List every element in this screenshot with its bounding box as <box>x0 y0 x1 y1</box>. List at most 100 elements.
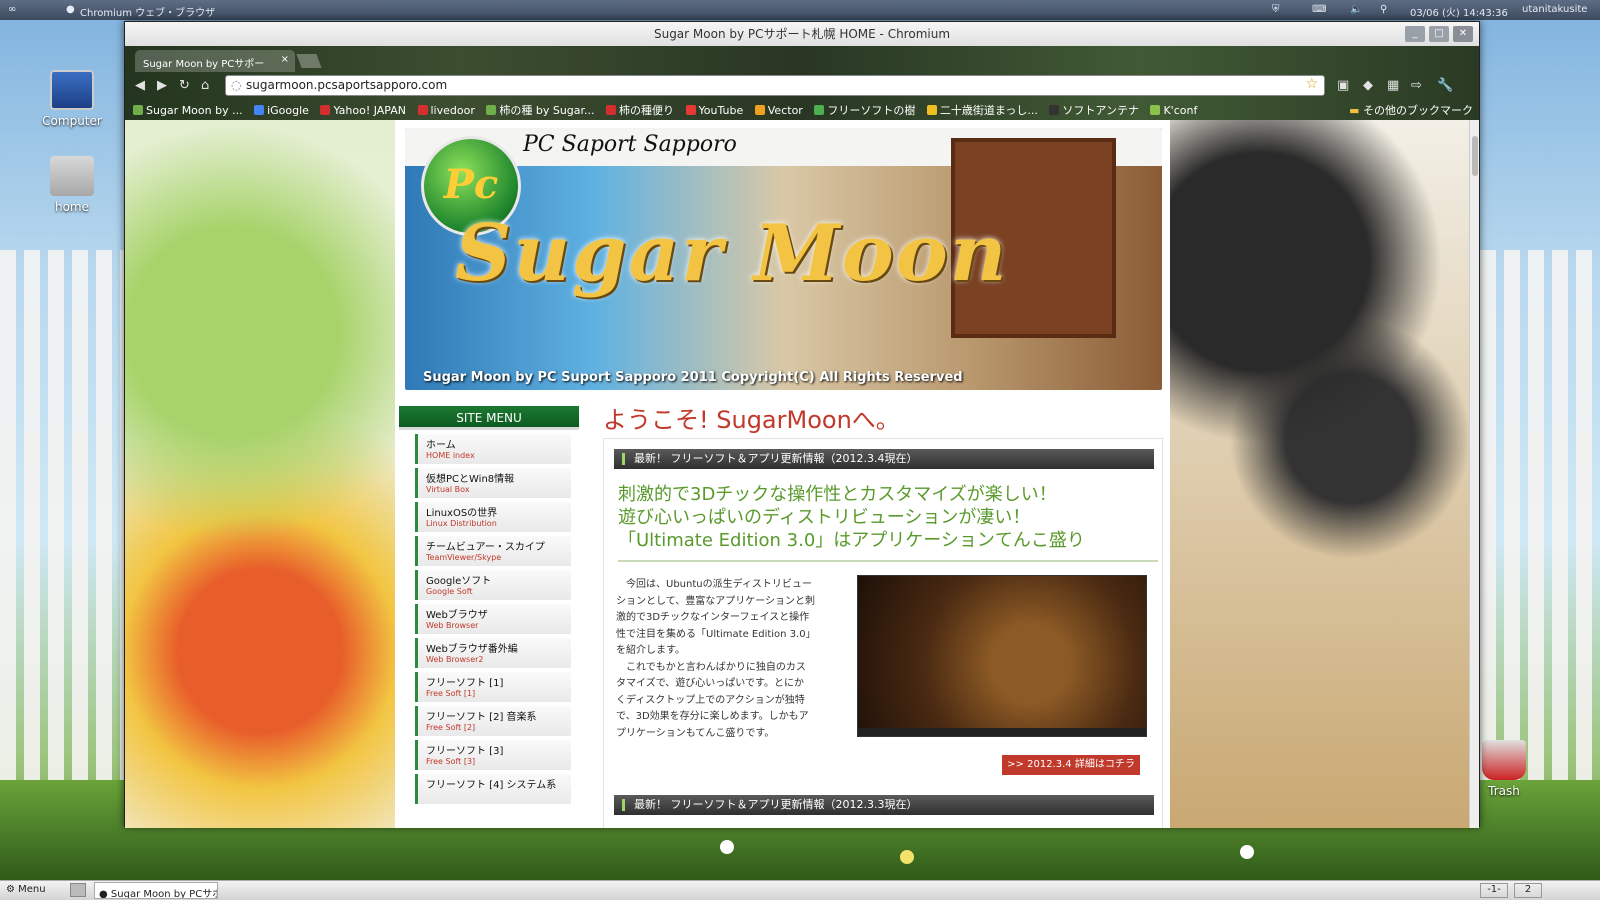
bookmark-favicon-icon <box>486 105 497 115</box>
menu-item-sublabel: Web Browser <box>426 621 479 630</box>
other-bookmarks[interactable]: ▬ その他のブックマーク <box>1349 102 1473 118</box>
body-line: 今回は、Ubuntuの派生ディストリビュー <box>616 579 812 590</box>
volume-icon[interactable]: 🔈 <box>1350 4 1362 15</box>
computer-icon <box>50 70 94 110</box>
taskbar-window-button[interactable]: ● Sugar Moon by PCサポ... <box>94 882 218 899</box>
headline-line: 「Ultimate Edition 3.0」はアプリケーションてんこ盛り <box>618 530 1085 551</box>
banner-title: Sugar Moon <box>455 208 1009 299</box>
trash-icon <box>1482 740 1526 780</box>
menu-item-sublabel: Free Soft [1] <box>426 689 476 698</box>
home-folder-icon <box>50 156 94 196</box>
extension-icon[interactable]: ▣ <box>1337 78 1349 93</box>
menu-item-google-soft[interactable]: Googleソフト Google Soft <box>415 570 571 600</box>
vertical-scrollbar[interactable] <box>1469 120 1479 828</box>
bookmark-label: Yahoo! JAPAN <box>333 104 406 117</box>
menu-item-label: フリーソフト [4] システム系 <box>426 780 557 791</box>
minimize-button[interactable]: _ <box>1405 26 1425 42</box>
scrollbar-thumb[interactable] <box>1472 136 1478 176</box>
bookmark-item[interactable]: iGoogle <box>254 104 309 117</box>
body-line: これでもかと言わんばかりに独自のカス <box>616 661 806 673</box>
clock[interactable]: 03/06 (火) 14:43:36 <box>1410 4 1508 19</box>
keyboard-icon[interactable]: ⌨ <box>1312 4 1326 15</box>
other-bookmarks-label: その他のブックマーク <box>1363 104 1473 117</box>
article-headline: 刺激的で3Dチックな操作性とカスタマイズが楽しい！ 遊び心いっぱいのディストリビ… <box>618 483 1158 562</box>
menu-item-web-browser-2[interactable]: Webブラウザ番外編 Web Browser2 <box>415 638 571 668</box>
menu-item-web-browser[interactable]: Webブラウザ Web Browser <box>415 604 571 634</box>
home-button[interactable]: ⌂ <box>201 78 209 93</box>
workspace-1[interactable]: -1- <box>1480 883 1508 898</box>
headline-line: 遊び心いっぱいのディストリビューションが凄い！ <box>618 507 1031 528</box>
infinity-icon[interactable]: ∞ <box>8 4 16 15</box>
forward-button[interactable]: ▶ <box>157 78 167 93</box>
network-icon[interactable]: ⚲ <box>1380 4 1387 15</box>
bookmark-item[interactable]: フリーソフトの樹 <box>814 102 915 118</box>
menu-item-sublabel: Virtual Box <box>426 485 470 494</box>
menu-item-linux[interactable]: LinuxOSの世界 Linux Distribution <box>415 502 571 532</box>
page-menu-icon[interactable]: ⇨ <box>1411 78 1422 93</box>
desktop-icon-label: Computer <box>42 114 102 128</box>
window-titlebar[interactable]: Sugar Moon by PCサポート札幌 HOME - Chromium _… <box>125 22 1479 46</box>
workspace-2[interactable]: 2 <box>1514 883 1542 898</box>
tab-active[interactable]: Sugar Moon by PCサポー × <box>135 50 295 72</box>
page-viewport[interactable]: PC Saport Sapporo Pc Sugar Moon Sugar Mo… <box>125 120 1479 828</box>
taskbar-window-label: Sugar Moon by PCサポ... <box>110 889 217 899</box>
new-tab-button[interactable] <box>296 54 322 68</box>
menu-item-home[interactable]: ホーム HOME index <box>415 434 571 464</box>
bookmark-item[interactable]: livedoor <box>417 104 475 117</box>
bookmark-item[interactable]: Yahoo! JAPAN <box>320 104 406 117</box>
bookmark-favicon-icon <box>814 105 825 115</box>
menu-item-virtual-pc[interactable]: 仮想PCとWin8情報 Virtual Box <box>415 468 571 498</box>
menu-item-free-soft-1[interactable]: フリーソフト [1] Free Soft [1] <box>415 672 571 702</box>
close-button[interactable]: ✕ <box>1453 26 1473 42</box>
bookmark-item[interactable]: Vector <box>754 104 803 117</box>
news-article: 最新！ フリーソフト＆アプリ更新情報（2012.3.4現在） 刺激的で3Dチック… <box>603 438 1163 828</box>
user-name[interactable]: utanitakusite <box>1522 4 1587 15</box>
tab-label: Sugar Moon by PCサポー <box>143 59 265 70</box>
show-desktop-icon[interactable] <box>70 883 86 897</box>
menu-item-free-soft-3[interactable]: フリーソフト [3] Free Soft [3] <box>415 740 571 770</box>
chromium-icon[interactable]: ● <box>66 4 75 15</box>
menu-item-sublabel: Free Soft [2] <box>426 723 476 732</box>
bookmark-item[interactable]: 二十歳街道まっし... <box>926 102 1038 118</box>
bookmark-item[interactable]: Sugar Moon by ... <box>133 104 243 117</box>
extension-icon[interactable]: ▦ <box>1387 78 1399 93</box>
body-line: で、3D効果を存分に楽しめます。しかもア <box>616 711 809 722</box>
news-title-bar: 最新！ フリーソフト＆アプリ更新情報（2012.3.4現在） <box>614 449 1154 469</box>
desktop-icon-computer[interactable]: Computer <box>32 70 112 128</box>
bookmark-item[interactable]: 柿の種 by Sugar... <box>486 102 595 118</box>
maximize-button[interactable]: □ <box>1429 26 1449 42</box>
menu-item-free-soft-4[interactable]: フリーソフト [4] システム系 <box>415 774 571 804</box>
navigation-bar: ◀ ▶ ↻ ⌂ ◌ sugarmoon.pcsaportsapporo.com … <box>125 72 1479 98</box>
menu-item-teamviewer[interactable]: チームビュアー・スカイプ TeamViewer/Skype <box>415 536 571 566</box>
menu-button[interactable]: ⚙ Menu <box>6 884 46 895</box>
gear-icon: ⚙ <box>6 884 19 895</box>
article-screenshot[interactable] <box>857 575 1147 737</box>
bookmark-item[interactable]: K'conf <box>1150 104 1197 117</box>
bookmark-favicon-icon <box>926 105 937 115</box>
extension-icon[interactable]: ◆ <box>1363 78 1373 93</box>
menu-item-sublabel: Web Browser2 <box>426 655 484 664</box>
wrench-icon[interactable]: 🔧 <box>1437 78 1453 93</box>
site-menu-header: SITE MENU <box>399 406 579 430</box>
body-line: くディスクトップ上でのアクションが独特 <box>616 694 805 706</box>
site-banner[interactable]: PC Saport Sapporo Pc Sugar Moon Sugar Mo… <box>405 128 1162 390</box>
url-text: sugarmoon.pcsaportsapporo.com <box>246 78 448 92</box>
desktop-icon-home[interactable]: home <box>32 156 112 214</box>
bookmark-favicon-icon <box>1049 105 1060 115</box>
detail-link-button[interactable]: >> 2012.3.4 詳細はコチラ <box>1002 755 1140 775</box>
bookmark-item[interactable]: 柿の種便り <box>606 102 674 118</box>
bookmark-item[interactable]: YouTube <box>685 104 743 117</box>
reload-button[interactable]: ↻ <box>179 78 190 93</box>
tab-close-icon[interactable]: × <box>281 54 289 65</box>
menu-item-free-soft-2[interactable]: フリーソフト [2] 音楽系 Free Soft [2] <box>415 706 571 736</box>
bookmark-star-icon[interactable]: ☆ <box>1305 76 1318 92</box>
bookmark-favicon-icon <box>417 105 428 115</box>
address-bar[interactable]: ◌ sugarmoon.pcsaportsapporo.com ☆ <box>225 75 1325 96</box>
menu-item-sublabel: HOME index <box>426 451 475 460</box>
bookmark-item[interactable]: ソフトアンテナ <box>1049 102 1139 118</box>
shield-icon[interactable]: ⛨ <box>1272 4 1280 15</box>
banner-copyright: Sugar Moon by PC Suport Sapporo 2011 Cop… <box>423 370 963 385</box>
back-button[interactable]: ◀ <box>135 78 145 93</box>
bookmark-label: 柿の種便り <box>619 104 675 117</box>
page-icon: ◌ <box>231 78 242 92</box>
